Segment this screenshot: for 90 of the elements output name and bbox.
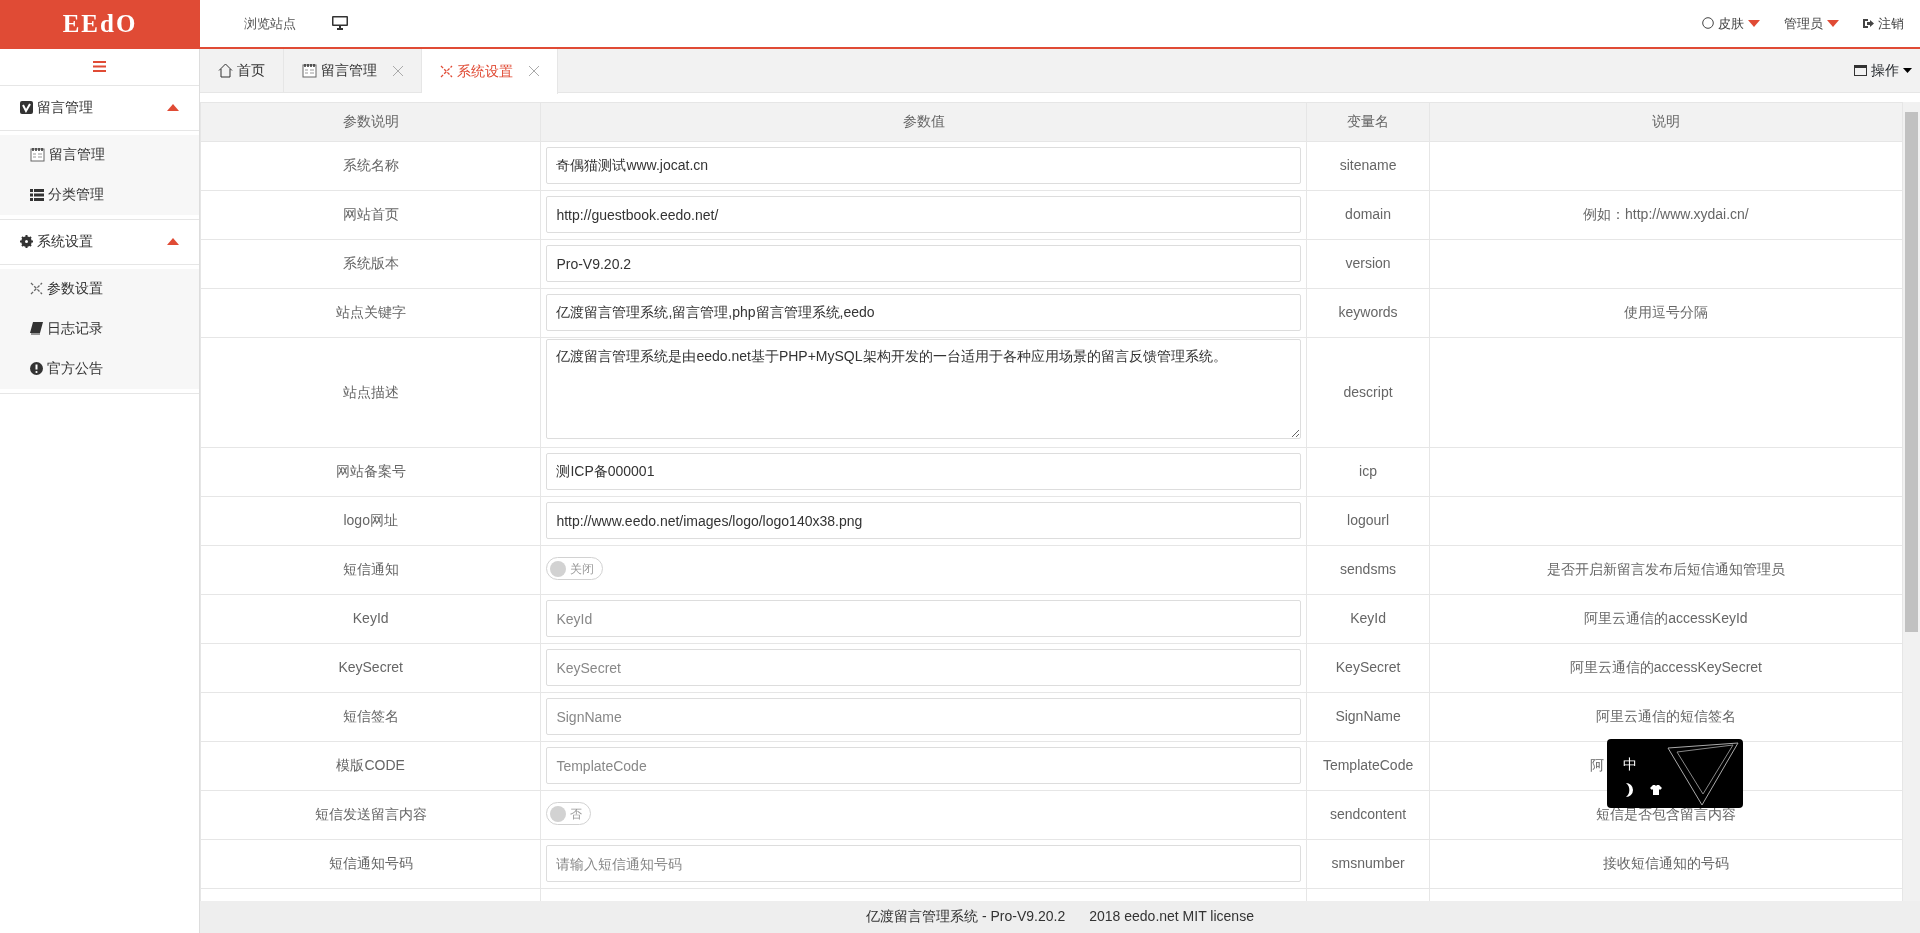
ime-mode-label[interactable]: 中 <box>1623 754 1662 775</box>
input-field[interactable]: KeySecret <box>546 649 1302 687</box>
table-cell: 网站备案号 <box>200 447 541 497</box>
actions-menu[interactable]: 操作 <box>1854 48 1920 92</box>
tab[interactable]: 系统设置 <box>422 48 558 94</box>
table-cell: KeyId <box>1306 594 1430 644</box>
input-field[interactable]: 测ICP备000001 <box>546 453 1302 491</box>
table-cell: 短信签名 <box>200 692 541 742</box>
sidebar-item[interactable]: 官方公告 <box>0 348 199 389</box>
text-area[interactable]: 亿渡留言管理系统是由eedo.net基于PHP+MySQL架构开发的一台适用于各种应用场景的留言反馈管理系统。 <box>546 339 1302 440</box>
badge-icon <box>20 101 33 115</box>
footer-text: 2018 eedo.net MIT license <box>1089 907 1254 927</box>
table-cell: 阿里云通信的accessKeyId <box>1429 594 1903 644</box>
table-cell: KeySecret <box>1306 643 1430 693</box>
notebook-icon <box>30 147 45 163</box>
close-icon[interactable] <box>529 66 539 77</box>
table-cell: descript <box>1306 337 1430 448</box>
sidebar-group[interactable]: 留言管理 <box>0 85 199 131</box>
column-header: 说明 <box>1429 102 1903 142</box>
tools-icon <box>30 282 43 296</box>
table-cell: sitename <box>1306 141 1430 191</box>
sidebar-item[interactable]: 分类管理 <box>0 174 199 215</box>
input-field[interactable]: 奇偶猫测试www.jocat.cn <box>546 147 1302 185</box>
input-field[interactable]: 亿渡留言管理系统,留言管理,php留言管理系统,eedo <box>546 294 1302 332</box>
caret-icon <box>1903 67 1912 73</box>
caret-icon <box>167 104 179 112</box>
home-icon <box>218 63 233 79</box>
column-header: 参数值 <box>540 102 1307 142</box>
tab[interactable]: 首页 <box>200 48 284 93</box>
monitor-icon[interactable] <box>332 16 348 31</box>
table-cell: 系统版本 <box>200 239 541 289</box>
table-cell: SignName <box>1306 692 1430 742</box>
sidebar-group[interactable]: 系统设置 <box>0 219 199 265</box>
table-cell: 短信通知 <box>200 545 541 595</box>
table-cell: 模版CODE <box>200 741 541 791</box>
close-icon[interactable] <box>393 65 403 76</box>
table-cell: 阿里云通信的accessKeySecret <box>1429 643 1903 693</box>
user-menu[interactable]: 管理员 <box>1784 13 1839 34</box>
table-cell: 短信发送留言内容 <box>200 790 541 840</box>
table-cell: version <box>1306 239 1430 289</box>
table-cell: icp <box>1306 447 1430 497</box>
input-field[interactable]: http://guestbook.eedo.net/ <box>546 196 1302 234</box>
table-cell: KeyId <box>200 594 541 644</box>
table-cell: sendcontent <box>1306 790 1430 840</box>
table-cell: logo网址 <box>200 496 541 546</box>
column-header: 参数说明 <box>200 102 541 142</box>
table-cell: 短信通知号码 <box>200 839 541 889</box>
window-icon <box>1854 64 1867 76</box>
table-cell: logourl <box>1306 496 1430 546</box>
table-cell: smsnumber <box>1306 839 1430 889</box>
circle-icon <box>1702 17 1714 30</box>
table-cell: TemplateCode <box>1306 741 1430 791</box>
tools-icon <box>440 64 453 78</box>
table-cell: KeySecret <box>200 643 541 693</box>
table-cell: 站点描述 <box>200 337 541 448</box>
book-icon <box>30 322 43 336</box>
table-cell: 接收短信通知的号码 <box>1429 839 1903 889</box>
input-field[interactable]: 请输入短信通知号码 <box>546 845 1302 883</box>
sidebar-item[interactable]: 参数设置 <box>0 268 199 309</box>
logout-menu[interactable]: 注销 <box>1863 13 1904 34</box>
table-cell: sendsms <box>1306 545 1430 595</box>
input-field[interactable]: SignName <box>546 698 1302 736</box>
input-field[interactable]: Pro-V9.20.2 <box>546 245 1302 283</box>
table-cell: 例如：http://www.xydai.cn/ <box>1429 190 1903 240</box>
gear-icon <box>20 235 33 249</box>
table-cell: domain <box>1306 190 1430 240</box>
table-cell: 网站首页 <box>200 190 541 240</box>
table-cell: keywords <box>1306 288 1430 338</box>
scrollbar[interactable] <box>1903 101 1920 901</box>
list-icon <box>30 188 44 201</box>
notebook-icon <box>302 63 317 79</box>
caret-icon <box>167 238 179 246</box>
logout-icon <box>1863 17 1874 29</box>
sidebar-item[interactable]: 日志记录 <box>0 308 199 349</box>
input-field[interactable]: KeyId <box>546 600 1302 638</box>
input-field[interactable]: TemplateCode <box>546 747 1302 785</box>
table-cell: 使用逗号分隔 <box>1429 288 1903 338</box>
skin-menu[interactable]: 皮肤 <box>1702 13 1760 34</box>
column-header: 变量名 <box>1306 102 1430 142</box>
table-cell: 系统名称 <box>200 141 541 191</box>
alert-icon <box>30 362 43 376</box>
sidebar-item[interactable]: 留言管理 <box>0 134 199 175</box>
browse-site-link[interactable]: 浏览站点 <box>216 13 324 34</box>
table-cell: 是否开启新留言发布后短信通知管理员 <box>1429 545 1903 595</box>
footer-text: 亿渡留言管理系统 - Pro-V9.20.2 <box>866 907 1066 927</box>
input-field[interactable]: http://www.eedo.net/images/logo/logo140x38.png <box>546 502 1302 540</box>
table-cell: 站点关键字 <box>200 288 541 338</box>
shirt-icon[interactable] <box>1650 785 1662 795</box>
triangle-icon <box>1667 741 1739 806</box>
menu-icon[interactable] <box>93 61 106 73</box>
